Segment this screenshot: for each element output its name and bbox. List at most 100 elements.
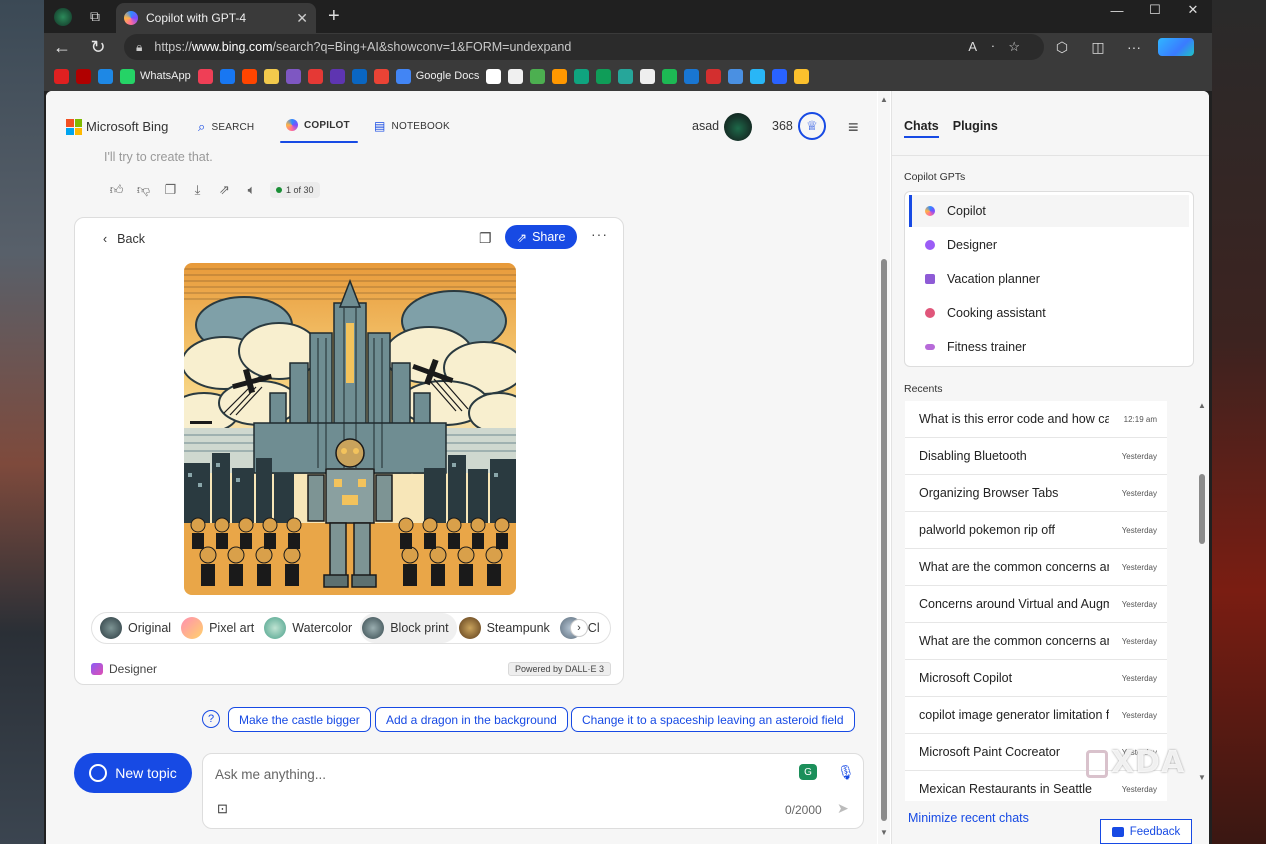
bookmark-item[interactable] xyxy=(772,68,788,84)
bookmark-item[interactable] xyxy=(508,68,524,84)
back-icon[interactable]: ← xyxy=(44,37,80,58)
thumbs-up-icon[interactable]: 👍︎ xyxy=(108,182,125,198)
lock-icon[interactable]: 🔒︎ xyxy=(136,40,142,55)
share-button[interactable]: ⇗ Share xyxy=(505,225,577,249)
style-watercolor[interactable]: Watercolor xyxy=(262,613,360,643)
style-pixel-art[interactable]: Pixel art xyxy=(179,613,262,643)
suggestion-chip[interactable]: Change it to a spaceship leaving an aste… xyxy=(571,707,855,732)
split-screen-icon[interactable]: ◫ xyxy=(1080,39,1116,56)
bookmark-item[interactable]: Google Docs xyxy=(395,68,479,84)
bookmark-item[interactable] xyxy=(98,68,113,84)
favorite-star-icon[interactable]: ☆ xyxy=(1008,39,1034,54)
style-original[interactable]: Original xyxy=(98,613,179,643)
hamburger-menu-icon[interactable]: ≡ xyxy=(848,117,859,138)
speaker-icon[interactable]: 🔈︎ xyxy=(243,182,260,198)
browser-tab[interactable]: Copilot with GPT-4 ✕ xyxy=(116,3,316,33)
help-icon[interactable]: ? xyxy=(202,710,220,728)
nav-search[interactable]: ⌕ SEARCH xyxy=(198,119,254,135)
recents-scrollbar-thumb[interactable] xyxy=(1199,474,1205,544)
bookmark-item[interactable] xyxy=(728,68,744,84)
nav-copilot[interactable]: COPILOT xyxy=(280,119,358,143)
bookmark-item[interactable] xyxy=(76,68,91,84)
user-name[interactable]: asad xyxy=(692,119,719,133)
image-upload-icon[interactable]: ⊡ xyxy=(217,801,228,817)
style-steampunk[interactable]: Steampunk xyxy=(457,613,558,643)
gpt-item-fitness-trainer[interactable]: Fitness trainer xyxy=(909,331,1189,363)
nav-notebook[interactable]: ▤ NOTEBOOK xyxy=(374,119,450,133)
more-options-icon[interactable]: ··· xyxy=(591,226,608,242)
feedback-button[interactable]: Feedback xyxy=(1100,819,1192,844)
suggestion-chip[interactable]: Add a dragon in the background xyxy=(375,707,568,732)
new-tab-icon[interactable]: + xyxy=(328,5,340,28)
recent-chat-item[interactable]: Concerns around Virtual and Augmen Yester… xyxy=(905,586,1167,623)
copy-icon[interactable]: ❐ xyxy=(162,182,179,198)
microphone-icon[interactable]: 🎙︎ xyxy=(837,764,855,781)
chat-scrollbar[interactable]: ▲ ▼ xyxy=(878,91,890,844)
suggestion-chip[interactable]: Make the castle bigger xyxy=(228,707,371,732)
avatar[interactable] xyxy=(724,113,752,141)
recents-scrollbar[interactable]: ▲ ▼ xyxy=(1197,401,1207,796)
share-icon[interactable]: ⇗ xyxy=(216,182,233,198)
bookmark-item[interactable] xyxy=(618,68,634,84)
refresh-icon[interactable]: ↻ xyxy=(80,37,116,58)
gpt-item-cooking-assistant[interactable]: Cooking assistant xyxy=(909,297,1189,329)
bookmark-item[interactable] xyxy=(285,68,301,84)
recent-chat-item[interactable]: What are the common concerns arour Yester… xyxy=(905,623,1167,660)
workspaces-icon[interactable]: ⧉ xyxy=(82,4,108,30)
download-icon[interactable]: ⤓ xyxy=(189,182,206,198)
grammarly-icon[interactable]: G xyxy=(799,764,817,780)
scroll-up-icon[interactable]: ▲ xyxy=(880,95,888,104)
bookmark-item[interactable] xyxy=(662,68,678,84)
bookmark-item[interactable] xyxy=(263,68,279,84)
send-icon[interactable]: ➤ xyxy=(837,800,849,817)
minimize-recent-chats-link[interactable]: Minimize recent chats xyxy=(908,811,1029,825)
recent-chat-item[interactable]: What is this error code and how can fi 12… xyxy=(905,401,1167,438)
bookmark-item[interactable] xyxy=(574,68,590,84)
bookmark-item[interactable] xyxy=(640,68,656,84)
bookmark-item[interactable] xyxy=(219,68,235,84)
address-bar[interactable]: 🔒︎ https://www.bing.com/search?q=Bing+AI… xyxy=(124,34,1044,60)
bookmark-item[interactable] xyxy=(54,68,69,84)
bookmark-item[interactable]: WhatsApp xyxy=(120,68,191,84)
minimize-window-icon[interactable]: — xyxy=(1098,0,1136,20)
read-aloud-icon[interactable]: Aᐧ xyxy=(968,39,1008,54)
tab-chats[interactable]: Chats xyxy=(904,119,939,138)
chevron-right-icon[interactable]: › xyxy=(570,619,588,637)
rewards-points[interactable]: 368 xyxy=(772,119,793,133)
bookmark-item[interactable] xyxy=(684,68,700,84)
microsoft-logo-icon[interactable] xyxy=(66,119,82,135)
scrollbar-thumb[interactable] xyxy=(881,259,887,821)
recent-chat-item[interactable]: palworld pokemon rip off Yesterday xyxy=(905,512,1167,549)
bookmark-item[interactable] xyxy=(596,68,612,84)
gpt-item-designer[interactable]: Designer xyxy=(909,229,1189,261)
recent-chat-item[interactable]: What are the common concerns arour Yester… xyxy=(905,549,1167,586)
chat-input[interactable]: Ask me anything... G 🎙︎ ⊡ 0/2000 ➤ xyxy=(202,753,864,829)
copy-image-icon[interactable]: ❐ xyxy=(479,230,492,247)
bookmark-item[interactable] xyxy=(373,68,389,84)
bookmark-item[interactable] xyxy=(307,68,323,84)
recent-chat-item[interactable]: copilot image generator limitation for Ye… xyxy=(905,697,1167,734)
bookmark-item[interactable] xyxy=(552,68,568,84)
bookmark-item[interactable] xyxy=(241,68,257,84)
scroll-down-icon[interactable]: ▼ xyxy=(880,828,888,837)
gpt-item-vacation-planner[interactable]: Vacation planner xyxy=(909,263,1189,295)
back-button[interactable]: ‹ Back xyxy=(103,232,145,246)
recent-chat-item[interactable]: Organizing Browser Tabs Yesterday xyxy=(905,475,1167,512)
recent-chat-item[interactable]: Microsoft Copilot Yesterday xyxy=(905,660,1167,697)
new-topic-button[interactable]: New topic xyxy=(74,753,192,793)
tab-close-icon[interactable]: ✕ xyxy=(296,10,308,27)
brand-name[interactable]: Microsoft Bing xyxy=(86,119,168,134)
close-window-icon[interactable]: ✕ xyxy=(1174,0,1212,20)
bookmark-item[interactable] xyxy=(530,68,546,84)
profile-icon[interactable] xyxy=(50,4,76,30)
generated-image[interactable] xyxy=(184,263,516,595)
recent-chat-item[interactable]: Disabling Bluetooth Yesterday xyxy=(905,438,1167,475)
more-options-icon[interactable]: ··· xyxy=(1116,39,1152,55)
bookmark-item[interactable] xyxy=(197,68,213,84)
designer-link[interactable]: Designer xyxy=(91,662,157,676)
extensions-icon[interactable]: ⬡ xyxy=(1044,39,1080,56)
bookmark-item[interactable] xyxy=(486,68,502,84)
maximize-window-icon[interactable]: ☐ xyxy=(1136,0,1174,20)
rewards-trophy-icon[interactable]: ♕ xyxy=(798,112,826,140)
style-block-print[interactable]: Block print xyxy=(360,613,457,643)
